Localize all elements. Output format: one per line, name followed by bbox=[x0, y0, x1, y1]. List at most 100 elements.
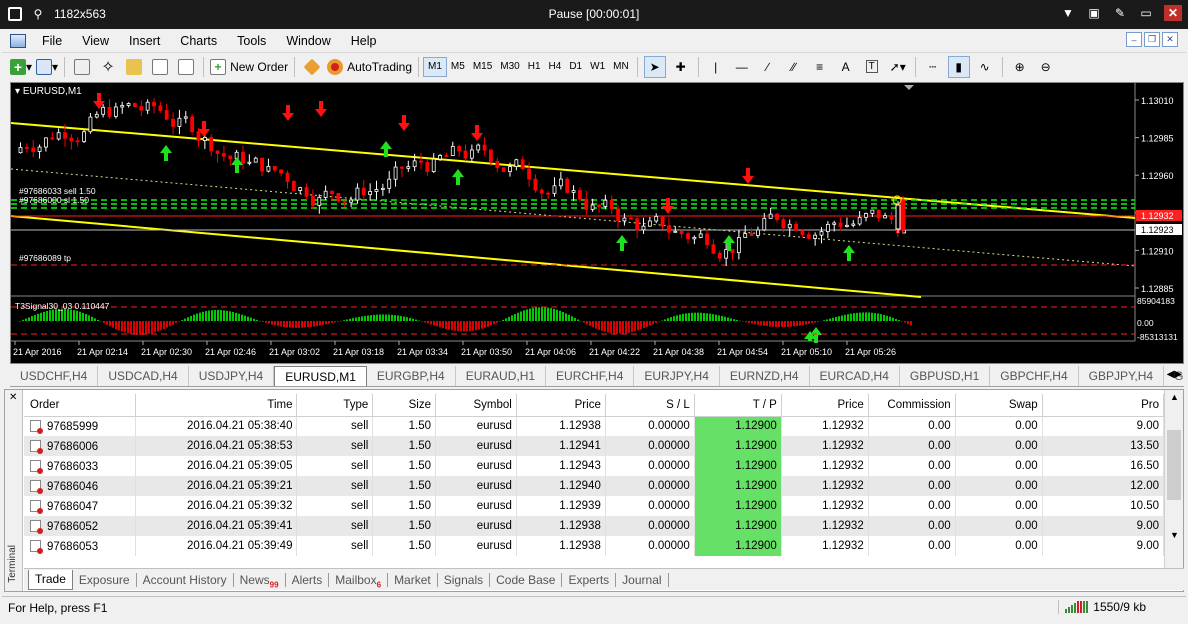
menu-insert[interactable]: Insert bbox=[119, 34, 170, 48]
terminal-tab[interactable]: Experts bbox=[562, 572, 617, 587]
scroll-up-icon[interactable]: ▲ bbox=[1170, 392, 1179, 402]
terminal-tab[interactable]: Mailbox6 bbox=[329, 572, 389, 589]
close-icon[interactable]: ✕ bbox=[9, 392, 17, 403]
vertical-scrollbar[interactable]: ▲ ▼ bbox=[1164, 390, 1183, 568]
menu-window[interactable]: Window bbox=[276, 34, 340, 48]
chart-tab[interactable]: GBPUSD,H1 bbox=[900, 366, 991, 386]
chart-tab-active[interactable]: EURUSD,M1 bbox=[274, 366, 367, 386]
column-header[interactable]: Time bbox=[135, 394, 298, 417]
zoom-out-icon[interactable]: ⊖ bbox=[1035, 56, 1057, 78]
timeframe-m5[interactable]: M5 bbox=[447, 57, 469, 77]
metaeditor-icon[interactable] bbox=[301, 56, 323, 78]
line-chart-icon[interactable]: ∿ bbox=[974, 56, 996, 78]
folder-icon[interactable] bbox=[123, 56, 145, 78]
menu-charts[interactable]: Charts bbox=[170, 34, 227, 48]
text-icon[interactable]: A bbox=[835, 56, 857, 78]
chart-tab[interactable]: EURCAD,H4 bbox=[810, 366, 900, 386]
close-icon[interactable]: ✕ bbox=[1164, 5, 1182, 21]
vertical-line-icon[interactable]: | bbox=[705, 56, 727, 78]
chart-tab[interactable]: GBPJPY,H4 bbox=[1079, 366, 1165, 386]
close-chart-icon[interactable]: ✕ bbox=[1162, 32, 1178, 47]
window-restore-icon[interactable]: ▭ bbox=[1138, 5, 1154, 21]
chart-tab[interactable]: EURCHF,H4 bbox=[546, 366, 635, 386]
chart-tab[interactable]: USDJPY,H4 bbox=[189, 366, 275, 386]
new-chart-button[interactable]: + ▾ bbox=[10, 56, 32, 78]
terminal-tab[interactable]: News99 bbox=[234, 572, 286, 589]
new-order-button[interactable]: + New Order bbox=[210, 56, 288, 78]
data-window-icon[interactable] bbox=[149, 56, 171, 78]
restore-icon[interactable]: ❐ bbox=[1144, 32, 1160, 47]
timeframe-h4[interactable]: H4 bbox=[545, 57, 566, 77]
menu-tools[interactable]: Tools bbox=[227, 34, 276, 48]
timeframe-m15[interactable]: M15 bbox=[469, 57, 496, 77]
scrollbar-thumb[interactable] bbox=[1167, 430, 1181, 500]
column-header[interactable]: Commission bbox=[868, 394, 956, 417]
table-row[interactable]: 97686046 2016.04.21 05:39:21 sell 1.50 eurus… bbox=[24, 476, 1165, 496]
profiles-button[interactable]: ▾ bbox=[36, 56, 58, 78]
timeframe-m1[interactable]: M1 bbox=[423, 56, 447, 77]
timeframe-w1[interactable]: W1 bbox=[586, 57, 609, 77]
column-header[interactable]: Order bbox=[24, 394, 136, 417]
menu-file[interactable]: File bbox=[32, 34, 72, 48]
terminal-tab[interactable]: Exposure bbox=[73, 572, 137, 587]
table-row[interactable]: 97685999 2016.04.21 05:38:40 sell 1.50 eurus… bbox=[24, 416, 1165, 436]
zoom-in-icon[interactable]: ⊕ bbox=[1009, 56, 1031, 78]
chart-tab[interactable]: EURNZD,H4 bbox=[720, 366, 810, 386]
chart-tab[interactable]: EURJPY,H4 bbox=[634, 366, 720, 386]
horizontal-line-icon[interactable]: — bbox=[731, 56, 753, 78]
timeframe-m30[interactable]: M30 bbox=[496, 57, 523, 77]
pencil-icon[interactable]: ✎ bbox=[1112, 5, 1128, 21]
search-icon[interactable]: ⚲ bbox=[30, 6, 46, 22]
fibonacci-icon[interactable]: ≡ bbox=[809, 56, 831, 78]
market-watch-icon[interactable] bbox=[71, 56, 93, 78]
channel-icon[interactable]: ∕∕ bbox=[783, 56, 805, 78]
column-header[interactable]: T / P bbox=[694, 394, 782, 417]
arrows-icon[interactable]: ➚▾ bbox=[887, 56, 909, 78]
table-row[interactable]: 97686006 2016.04.21 05:38:53 sell 1.50 eurus… bbox=[24, 436, 1165, 456]
chart-tab[interactable]: GBPCHF,H4 bbox=[990, 366, 1079, 386]
chart-tab[interactable]: EURAUD,H1 bbox=[456, 366, 547, 386]
terminal-tab[interactable]: Account History bbox=[137, 572, 234, 587]
timeframe-mn[interactable]: MN bbox=[609, 57, 633, 77]
column-header[interactable]: Swap bbox=[955, 394, 1043, 417]
maximize-icon[interactable] bbox=[8, 7, 22, 21]
tab-scroll-arrows[interactable]: ◀▶ bbox=[1167, 369, 1182, 380]
trendline-icon[interactable]: ∕ bbox=[757, 56, 779, 78]
camera-icon[interactable]: ▣ bbox=[1086, 5, 1102, 21]
timeframe-d1[interactable]: D1 bbox=[565, 57, 586, 77]
candlestick-icon[interactable]: ▮ bbox=[947, 55, 970, 78]
terminal-tab[interactable]: Signals bbox=[438, 572, 491, 587]
text-label-icon[interactable]: T bbox=[861, 56, 883, 78]
column-header[interactable]: Type bbox=[296, 394, 374, 417]
column-header[interactable]: Price bbox=[516, 394, 606, 417]
chart-tab[interactable]: USDCAD,H4 bbox=[98, 366, 189, 386]
bar-chart-icon[interactable]: ┄ bbox=[922, 56, 944, 78]
table-row[interactable]: 97686053 2016.04.21 05:39:49 sell 1.50 eurus… bbox=[24, 536, 1165, 556]
price-chart[interactable]: 1.130101.129851.129601.129351.129101.128… bbox=[10, 82, 1184, 364]
terminal-tab[interactable]: Code Base bbox=[490, 572, 563, 587]
table-row[interactable]: 97686033 2016.04.21 05:39:05 sell 1.50 eurus… bbox=[24, 456, 1165, 476]
navigator-icon[interactable]: ✧ bbox=[97, 56, 119, 78]
column-header[interactable]: Symbol bbox=[435, 394, 517, 417]
chart-tab[interactable]: USDCHF,H4 bbox=[10, 366, 99, 386]
terminal-tab[interactable]: Trade bbox=[28, 569, 73, 590]
autotrading-button[interactable]: AutoTrading bbox=[327, 56, 412, 78]
terminal-icon[interactable] bbox=[175, 56, 197, 78]
terminal-tab[interactable]: Alerts bbox=[286, 572, 330, 587]
scroll-down-icon[interactable]: ▼ bbox=[1170, 530, 1179, 540]
column-header[interactable]: Pro bbox=[1042, 394, 1165, 417]
terminal-tab[interactable]: Journal bbox=[616, 572, 669, 587]
cursor-icon[interactable]: ➤ bbox=[643, 55, 666, 78]
crosshair-icon[interactable]: ✚ bbox=[670, 56, 692, 78]
chart-tab[interactable]: EURGBP,H4 bbox=[367, 366, 456, 386]
menu-help[interactable]: Help bbox=[341, 34, 387, 48]
column-header[interactable]: Size bbox=[372, 394, 436, 417]
column-header[interactable]: Price bbox=[781, 394, 869, 417]
column-header[interactable]: S / L bbox=[605, 394, 695, 417]
minimize-icon[interactable]: – bbox=[1126, 32, 1142, 47]
table-row[interactable]: 97686052 2016.04.21 05:39:41 sell 1.50 eurus… bbox=[24, 516, 1165, 536]
table-row[interactable]: 97686047 2016.04.21 05:39:32 sell 1.50 eurus… bbox=[24, 496, 1165, 516]
terminal-tab[interactable]: Market bbox=[388, 572, 438, 587]
menu-view[interactable]: View bbox=[72, 34, 119, 48]
chevron-down-icon[interactable]: ▼ bbox=[1060, 5, 1076, 21]
